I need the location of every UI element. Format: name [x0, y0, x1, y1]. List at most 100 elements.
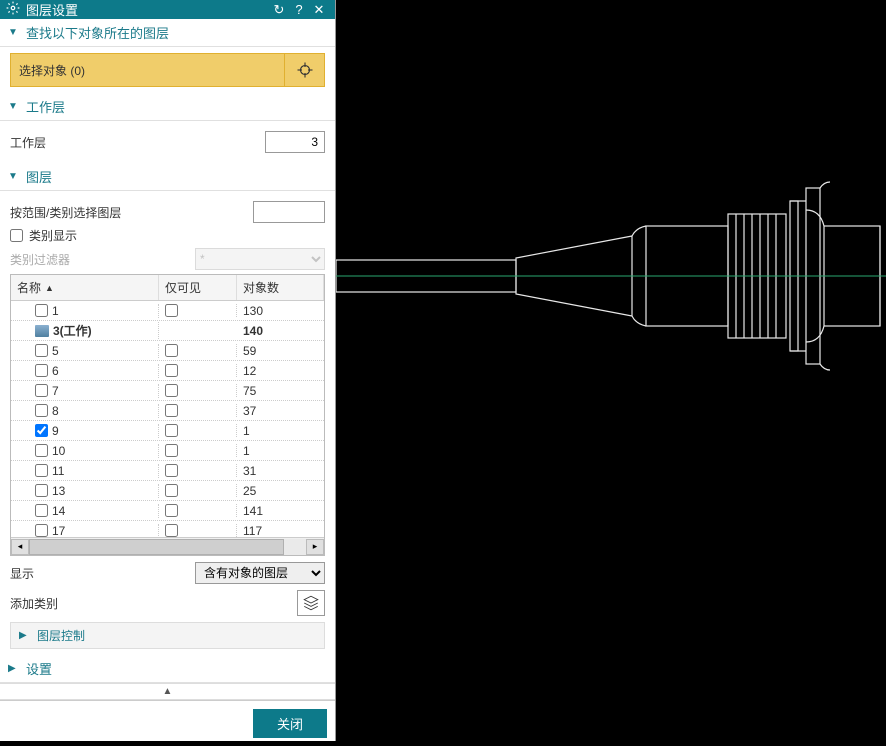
- work-layer-icon: [35, 325, 49, 337]
- section-layers-body: 按范围/类别选择图层 类别显示 类别过滤器 * 名称 ▲ 仅可见: [0, 191, 335, 655]
- section-settings-title: 设置: [26, 659, 52, 678]
- layer-visible-checkbox[interactable]: [165, 484, 178, 497]
- chevron-right-icon: ▶: [19, 630, 33, 641]
- hscroll-right-button[interactable]: ▸: [306, 539, 324, 555]
- title-bar: 图层设置 ↻ ? ✕: [0, 0, 335, 19]
- cad-viewport[interactable]: [336, 0, 886, 741]
- layer-objects-cell: 59: [237, 344, 324, 358]
- table-row[interactable]: 775: [11, 381, 324, 401]
- layer-objects-cell: 117: [237, 524, 324, 538]
- section-layers-header[interactable]: ▼ 图层: [0, 163, 335, 191]
- chevron-down-icon: ▼: [8, 27, 22, 38]
- layer-visible-checkbox[interactable]: [165, 384, 178, 397]
- category-filter-select: *: [195, 248, 325, 270]
- layer-name-text: 7: [52, 384, 59, 398]
- section-settings-header[interactable]: ▶ 设置: [0, 655, 335, 683]
- layer-name-checkbox[interactable]: [35, 524, 48, 537]
- col-visible-header[interactable]: 仅可见: [159, 275, 237, 300]
- select-object-label: 选择对象 (0): [19, 62, 85, 79]
- category-filter-label: 类别过滤器: [10, 251, 195, 268]
- layer-settings-panel: 图层设置 ↻ ? ✕ ▼ 查找以下对象所在的图层 选择对象 (0) ▼ 工作层 …: [0, 0, 336, 741]
- title-text: 图层设置: [26, 0, 78, 19]
- col-name-header[interactable]: 名称 ▲: [11, 275, 159, 300]
- table-row[interactable]: 6 12: [11, 361, 324, 381]
- select-object-button[interactable]: 选择对象 (0): [10, 53, 285, 87]
- table-row[interactable]: 5 59: [11, 341, 324, 361]
- table-row[interactable]: 1130: [11, 301, 324, 321]
- table-body[interactable]: 11303(工作)1405596127758379110111311325141…: [11, 301, 324, 537]
- section-find-body: 选择对象 (0): [0, 47, 335, 93]
- layer-visible-checkbox[interactable]: [165, 464, 178, 477]
- section-find-header[interactable]: ▼ 查找以下对象所在的图层: [0, 19, 335, 47]
- table-row[interactable]: 11 31: [11, 461, 324, 481]
- col-objects-header[interactable]: 对象数: [237, 275, 324, 300]
- table-row[interactable]: 1325: [11, 481, 324, 501]
- category-display-checkbox[interactable]: [10, 229, 23, 242]
- section-worklayer-header[interactable]: ▼ 工作层: [0, 93, 335, 121]
- layer-visible-checkbox[interactable]: [165, 424, 178, 437]
- section-worklayer-body: 工作层: [0, 121, 335, 163]
- gear-icon[interactable]: [6, 1, 20, 18]
- hscroll-left-button[interactable]: ◂: [11, 539, 29, 555]
- layer-name-checkbox[interactable]: [35, 424, 48, 437]
- layer-objects-cell: 1: [237, 424, 324, 438]
- target-icon[interactable]: [285, 53, 325, 87]
- layer-visible-checkbox[interactable]: [165, 504, 178, 517]
- layer-visible-checkbox[interactable]: [165, 364, 178, 377]
- layer-objects-cell: 12: [237, 364, 324, 378]
- layer-objects-cell: 130: [237, 304, 324, 318]
- help-icon[interactable]: ?: [289, 2, 309, 17]
- layer-name-text: 5: [52, 344, 59, 358]
- layer-name-checkbox[interactable]: [35, 504, 48, 517]
- layer-name-checkbox[interactable]: [35, 404, 48, 417]
- close-icon[interactable]: ✕: [309, 2, 329, 18]
- layer-name-checkbox[interactable]: [35, 444, 48, 457]
- layer-objects-cell: 31: [237, 464, 324, 478]
- layer-name-text: 13: [52, 484, 65, 498]
- table-row[interactable]: 17117: [11, 521, 324, 537]
- chevron-right-icon: ▶: [8, 663, 22, 674]
- layer-name-checkbox[interactable]: [35, 304, 48, 317]
- worklayer-input[interactable]: [265, 131, 325, 153]
- layer-name-checkbox[interactable]: [35, 384, 48, 397]
- layer-name-text: 10: [52, 444, 65, 458]
- show-label: 显示: [10, 565, 195, 582]
- footer: 关闭: [0, 700, 335, 746]
- layer-name-checkbox[interactable]: [35, 344, 48, 357]
- table-row[interactable]: 837: [11, 401, 324, 421]
- close-button[interactable]: 关闭: [253, 709, 327, 738]
- layer-name-checkbox[interactable]: [35, 484, 48, 497]
- layer-name-text: 6: [52, 364, 59, 378]
- range-input[interactable]: [253, 201, 325, 223]
- hscroll-track[interactable]: [29, 539, 306, 555]
- layer-objects-cell: 141: [237, 504, 324, 518]
- collapse-panel-button[interactable]: ▲: [0, 683, 335, 700]
- table-row[interactable]: 10 1: [11, 441, 324, 461]
- layer-visible-checkbox[interactable]: [165, 444, 178, 457]
- layer-name-text: 9: [52, 424, 59, 438]
- section-layers-title: 图层: [26, 167, 52, 186]
- table-row[interactable]: 3(工作)140: [11, 321, 324, 341]
- layer-visible-checkbox[interactable]: [165, 304, 178, 317]
- refresh-icon[interactable]: ↻: [269, 2, 289, 18]
- layer-name-checkbox[interactable]: [35, 364, 48, 377]
- table-header: 名称 ▲ 仅可见 对象数: [11, 275, 324, 301]
- layer-visible-checkbox[interactable]: [165, 524, 178, 537]
- layer-visible-checkbox[interactable]: [165, 344, 178, 357]
- show-select[interactable]: 含有对象的图层: [195, 562, 325, 584]
- category-display-label: 类别显示: [29, 227, 77, 244]
- range-label: 按范围/类别选择图层: [10, 204, 253, 221]
- table-row[interactable]: 91: [11, 421, 324, 441]
- worklayer-label: 工作层: [10, 134, 265, 151]
- table-hscroll[interactable]: ◂ ▸: [11, 537, 324, 555]
- layer-visible-checkbox[interactable]: [165, 404, 178, 417]
- layer-objects-cell: 140: [237, 324, 324, 338]
- layer-control-header[interactable]: ▶ 图层控制: [10, 622, 325, 649]
- add-category-button[interactable]: [297, 590, 325, 616]
- layer-objects-cell: 37: [237, 404, 324, 418]
- layer-objects-cell: 1: [237, 444, 324, 458]
- table-row[interactable]: 14141: [11, 501, 324, 521]
- layer-name-text: 11: [52, 464, 64, 478]
- layer-name-checkbox[interactable]: [35, 464, 48, 477]
- hscroll-thumb[interactable]: [29, 539, 284, 555]
